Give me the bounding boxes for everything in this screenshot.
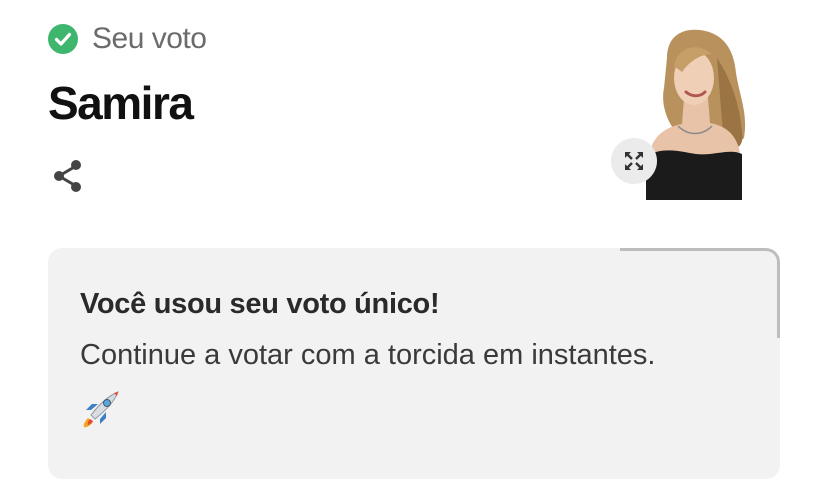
vote-label: Seu voto <box>92 22 207 55</box>
share-icon[interactable] <box>50 158 86 194</box>
vote-notice-card: Você usou seu voto único! Continue a vot… <box>48 248 780 479</box>
notice-message: Continue a votar com a torcida em instan… <box>80 339 656 371</box>
expand-icon <box>625 152 643 170</box>
rocket-icon <box>80 388 122 430</box>
check-circle-icon <box>48 24 78 54</box>
vote-status: Seu voto <box>48 22 207 56</box>
candidate-name: Samira <box>48 77 194 129</box>
expand-photo-button[interactable] <box>611 138 657 184</box>
card-scroll-indicator <box>620 248 780 338</box>
